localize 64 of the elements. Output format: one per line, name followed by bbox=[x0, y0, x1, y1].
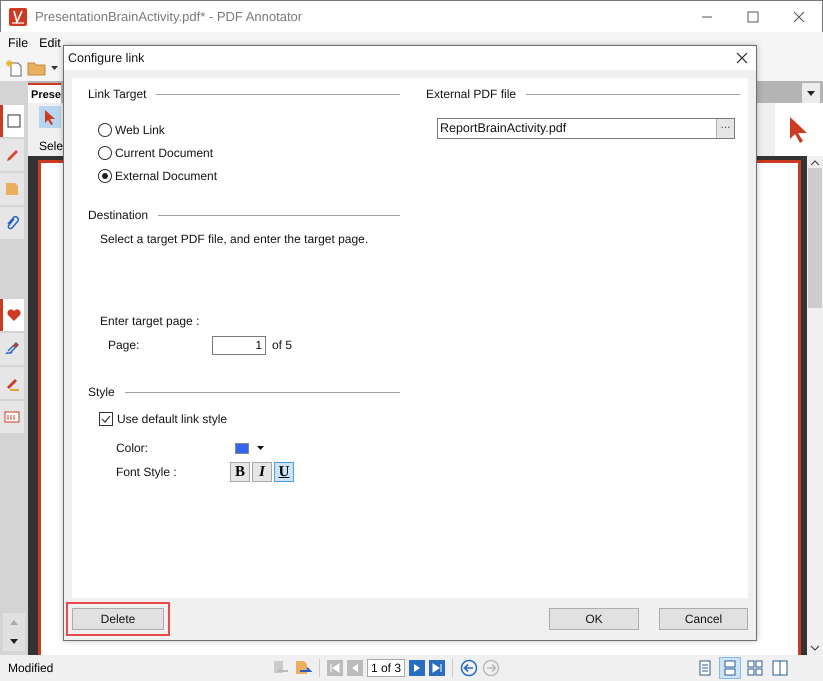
field-label: Color: bbox=[116, 441, 150, 455]
bold-toggle[interactable]: B bbox=[230, 462, 250, 482]
new-document-icon[interactable] bbox=[5, 58, 23, 76]
next-page-icon[interactable] bbox=[409, 660, 426, 676]
signature-icon bbox=[4, 341, 20, 357]
continuous-pages-icon[interactable] bbox=[719, 657, 741, 679]
note-icon bbox=[4, 181, 20, 197]
caret-icon bbox=[807, 90, 815, 96]
app-logo-icon bbox=[9, 8, 27, 26]
italic-toggle[interactable]: I bbox=[252, 462, 272, 482]
underline-toggle[interactable]: U bbox=[274, 462, 294, 482]
page-number-field[interactable]: 1 of 3 bbox=[367, 659, 406, 677]
pages-forward-icon[interactable] bbox=[294, 659, 312, 677]
page-total-text: of 5 bbox=[272, 338, 292, 352]
document-tab[interactable]: Prese bbox=[28, 83, 61, 103]
cursor-icon bbox=[44, 109, 56, 125]
scroll-up-icon[interactable] bbox=[810, 160, 820, 166]
checkbox[interactable] bbox=[99, 412, 113, 426]
scroll-down-icon[interactable] bbox=[810, 645, 820, 651]
scroll-down-icon[interactable] bbox=[10, 639, 18, 644]
text-field-icon bbox=[4, 409, 20, 425]
last-page-icon[interactable] bbox=[429, 660, 446, 676]
dialog-button[interactable]: Cancel bbox=[659, 608, 748, 630]
menu-item[interactable]: File bbox=[8, 36, 28, 50]
section-heading: Style bbox=[88, 385, 115, 399]
dialog-title: Configure link bbox=[68, 51, 144, 65]
pen-icon bbox=[4, 147, 20, 163]
description-text: Select a target PDF file, and enter the target page. bbox=[100, 232, 370, 248]
radio-option[interactable]: Current Document bbox=[98, 141, 400, 164]
close-icon[interactable] bbox=[736, 52, 748, 64]
sidebar-tab[interactable] bbox=[0, 105, 24, 137]
tab-list-button[interactable] bbox=[802, 83, 820, 103]
field-label: Font Style : bbox=[116, 465, 178, 479]
scrollbar-thumb[interactable] bbox=[808, 168, 822, 308]
maximize-icon[interactable] bbox=[747, 10, 759, 22]
radio-button[interactable] bbox=[98, 122, 112, 136]
dialog-button[interactable]: OK bbox=[549, 608, 639, 630]
radio-button[interactable] bbox=[98, 168, 112, 182]
heart-icon bbox=[6, 307, 22, 323]
dialog-button[interactable]: Delete bbox=[72, 608, 164, 630]
field-label: Page: bbox=[108, 338, 140, 352]
back-icon[interactable] bbox=[460, 659, 478, 677]
field-label: Enter target page : bbox=[100, 314, 200, 330]
status-text: Modified bbox=[8, 661, 54, 675]
page-input-field[interactable]: 1 bbox=[212, 336, 266, 354]
checkbox-icon bbox=[6, 113, 22, 129]
cursor-icon bbox=[789, 116, 809, 144]
radio-button[interactable] bbox=[98, 146, 112, 160]
checkbox-option[interactable]: Use default link style bbox=[99, 409, 400, 429]
select-tool-button[interactable] bbox=[39, 106, 61, 128]
vertical-scrollbar[interactable] bbox=[807, 156, 823, 655]
tool-label: Sele bbox=[39, 139, 64, 153]
section-heading: External PDF file bbox=[426, 87, 516, 101]
caret-icon[interactable] bbox=[51, 66, 58, 70]
checkmark-icon bbox=[101, 415, 111, 423]
color-picker[interactable] bbox=[233, 440, 266, 456]
caret-icon bbox=[257, 446, 264, 450]
window-title: PresentationBrainActivity.pdf* - PDF Annotator bbox=[35, 9, 304, 24]
close-icon[interactable] bbox=[793, 10, 805, 22]
section-heading: Destination bbox=[88, 208, 148, 222]
radio-option[interactable]: Web Link bbox=[98, 118, 400, 141]
menu-item[interactable]: Edit bbox=[39, 36, 61, 50]
section-heading: Link Target bbox=[88, 87, 146, 101]
radio-option[interactable]: External Document bbox=[98, 164, 400, 187]
